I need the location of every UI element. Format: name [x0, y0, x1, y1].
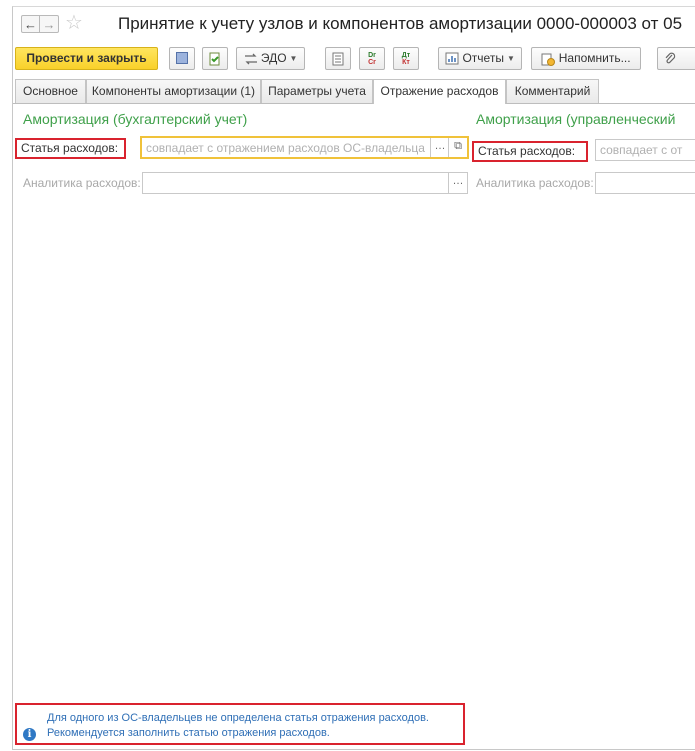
info-icon: i [23, 728, 36, 741]
remind-label: Напомнить... [558, 51, 631, 65]
dt-kt-icon: Дт Кт [401, 51, 411, 66]
report-icon [445, 52, 459, 65]
edo-exchange-icon [244, 53, 257, 65]
dr-cr-icon: Dr Cr [368, 51, 376, 66]
accounting-analytics-field[interactable]: … [142, 172, 468, 194]
tab-expense-reflection[interactable]: Отражение расходов [373, 79, 506, 104]
document-lines-icon [332, 52, 344, 66]
back-arrow-icon[interactable]: ← [21, 15, 40, 33]
reminder-icon [541, 53, 556, 66]
favorite-star-icon[interactable]: ☆ [65, 10, 83, 35]
document-window: ← → ☆ Принятие к учету узлов и компонент… [12, 6, 695, 750]
attach-file-button[interactable] [657, 47, 695, 70]
window-title: Принятие к учету узлов и компонентов амо… [118, 14, 683, 33]
title-bar: ← → ☆ Принятие к учету узлов и компонент… [13, 7, 695, 41]
chevron-down-icon: ▼ [289, 54, 298, 63]
reports-label: Отчеты [462, 51, 504, 65]
document-list-button[interactable] [325, 47, 351, 70]
accounting-expense-item-placeholder: совпадает с отражением расходов ОС-владе… [146, 141, 425, 155]
chevron-down-icon: ▼ [506, 54, 515, 63]
select-ellipsis-icon[interactable]: … [448, 173, 467, 193]
tab-main[interactable]: Основное [15, 79, 86, 103]
tab-accounting-parameters[interactable]: Параметры учета [261, 79, 373, 103]
accounting-expense-item-field[interactable]: совпадает с отражением расходов ОС-владе… [140, 136, 469, 159]
open-link-icon[interactable]: ⧉ [448, 138, 467, 157]
floppy-disk-icon [176, 51, 188, 64]
accounting-section-title: Амортизация (бухгалтерский учет) [23, 111, 248, 127]
post-button[interactable] [202, 47, 228, 70]
accounting-analytics-label: Аналитика расходов: [23, 176, 141, 190]
save-button[interactable] [169, 47, 195, 70]
management-expense-item-label: Статья расходов: [472, 141, 588, 162]
management-analytics-field[interactable] [595, 172, 695, 194]
dr-cr-entries-button[interactable]: Dr Cr [359, 47, 385, 70]
tab-amortization-components[interactable]: Компоненты амортизации (1) [86, 79, 261, 103]
remind-button[interactable]: Напомнить... [531, 47, 641, 70]
forward-arrow-icon[interactable]: → [40, 15, 59, 33]
reports-menu-button[interactable]: Отчеты ▼ [438, 47, 522, 70]
command-bar: Провести и закрыть ЭДО ▼ Dr Cr Дт Кт Отч… [13, 47, 695, 73]
edo-menu-button[interactable]: ЭДО ▼ [236, 47, 305, 70]
management-expense-item-field[interactable]: совпадает с от [595, 139, 695, 161]
select-ellipsis-icon[interactable]: … [430, 138, 449, 157]
warning-message-line-2: Рекомендуется заполнить статью отражения… [47, 727, 330, 739]
tab-comment[interactable]: Комментарий [506, 79, 599, 103]
dt-kt-entries-button[interactable]: Дт Кт [393, 47, 419, 70]
management-section-title: Амортизация (управленческий [476, 111, 676, 127]
accounting-expense-item-label: Статья расходов: [15, 138, 126, 159]
tab-strip: Основное Компоненты амортизации (1) Пара… [13, 79, 695, 104]
management-expense-item-placeholder: совпадает с от [600, 143, 683, 157]
post-document-icon [209, 52, 220, 66]
management-analytics-label: Аналитика расходов: [476, 176, 594, 190]
edo-label: ЭДО [260, 51, 287, 65]
warning-message-panel: Для одного из ОС-владельцев не определен… [15, 703, 465, 745]
post-and-close-button[interactable]: Провести и закрыть [15, 47, 158, 70]
paperclip-icon [665, 52, 676, 64]
warning-message-line-1: Для одного из ОС-владельцев не определен… [47, 712, 429, 724]
